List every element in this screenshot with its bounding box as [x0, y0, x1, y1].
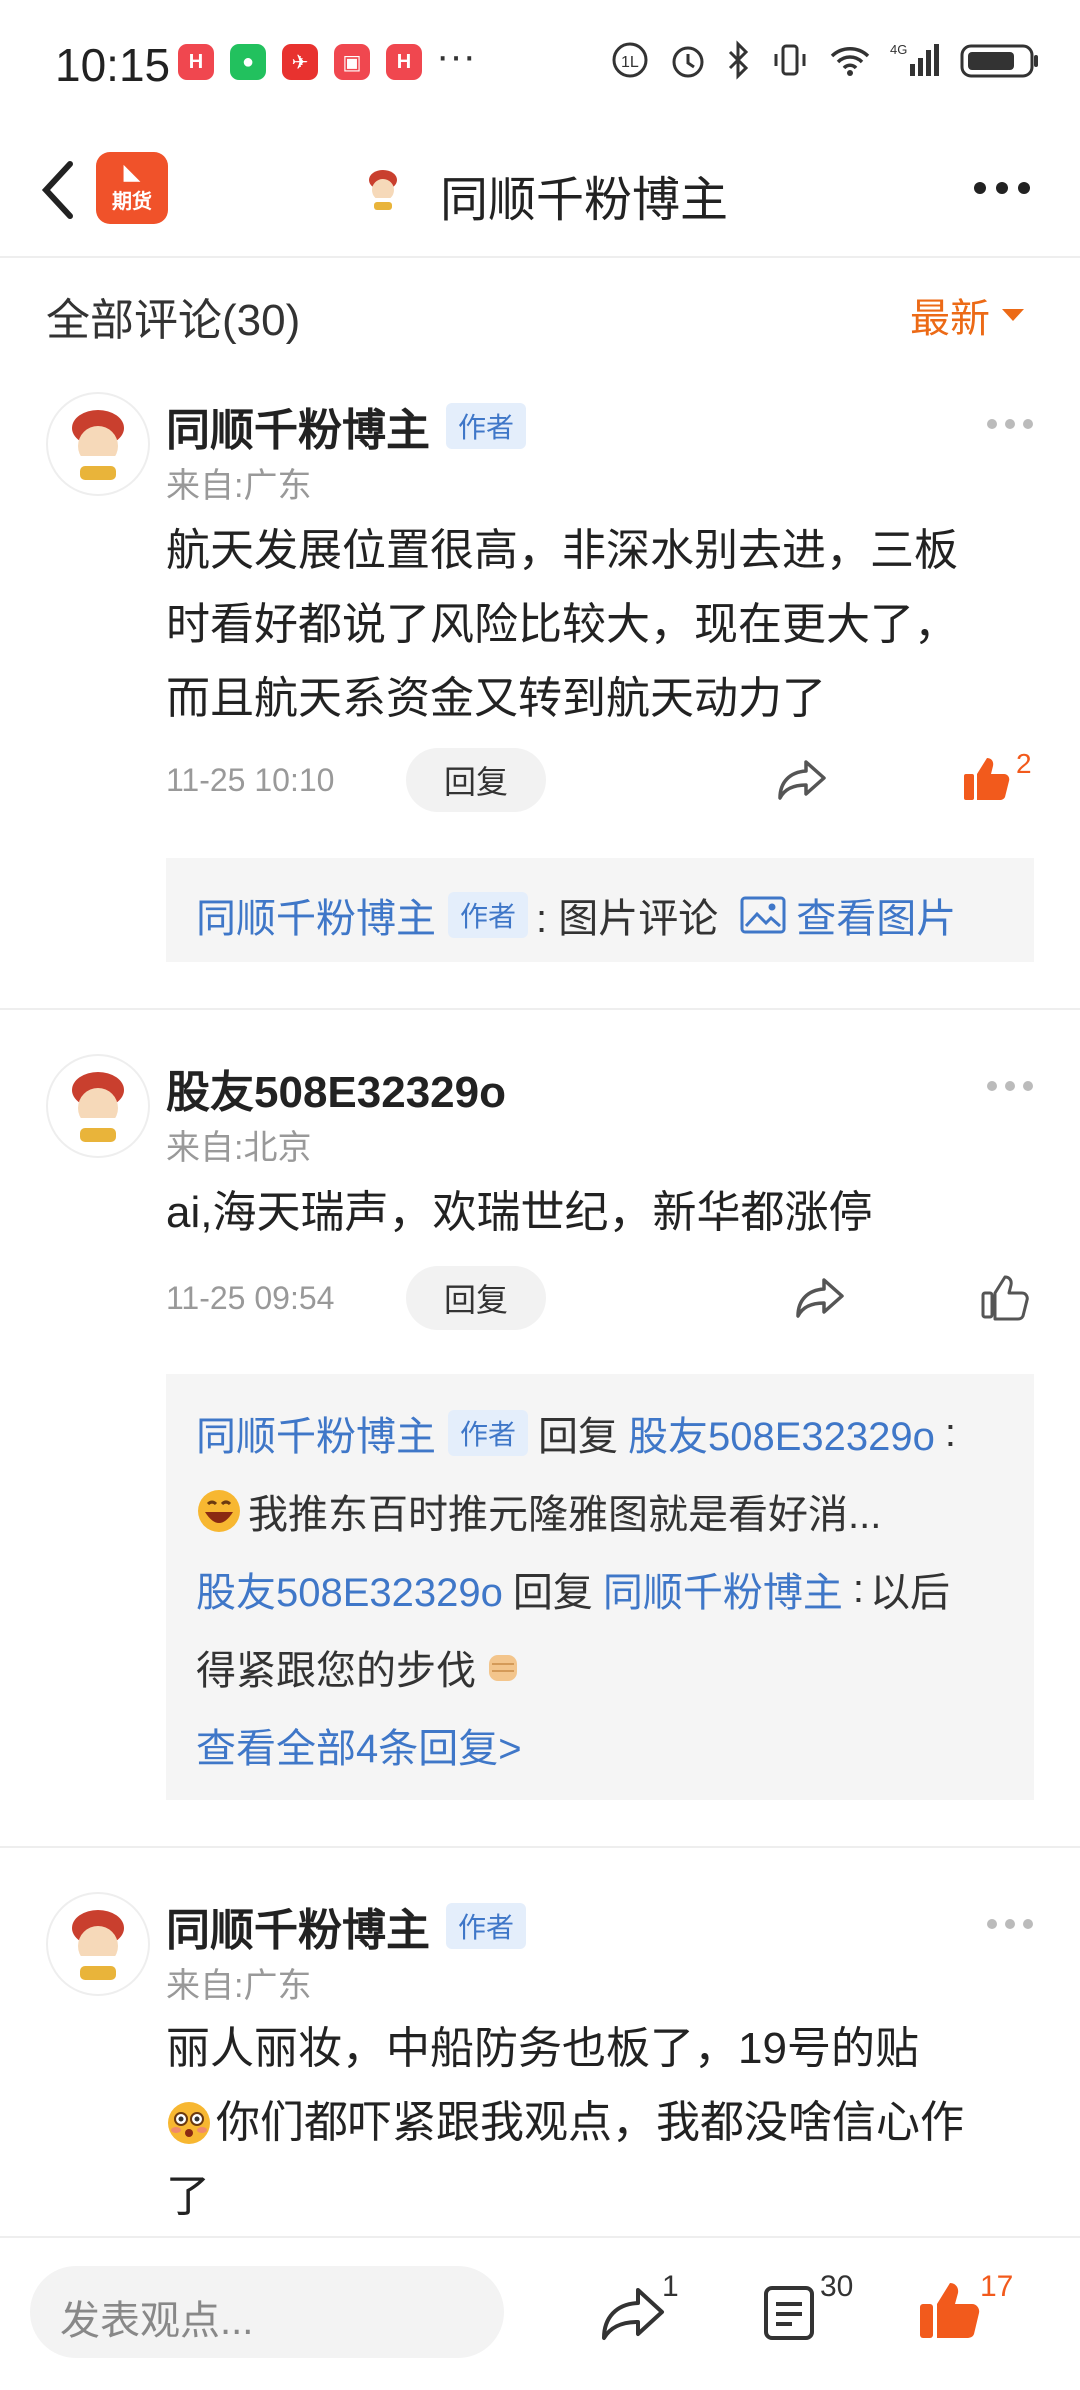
- comment-location: 来自:广东: [166, 1967, 312, 2005]
- reply-text: 以后: [870, 1571, 951, 1615]
- comment-text: 丽人丽妆，中船防务也板了，19号的贴 你们都吓紧跟我观点，我都没啥信心作 了: [166, 2024, 964, 2221]
- reply-to[interactable]: 同顺千粉博主: [603, 1560, 843, 1618]
- comment-more-icon[interactable]: [986, 1080, 1034, 1092]
- laughing-emoji-icon: [198, 1490, 240, 1532]
- system-icons: 1L 4G: [610, 40, 1040, 80]
- reply-verb: 回复: [538, 1415, 619, 1459]
- reply-text-row[interactable]: 我推东百时推元隆雅图就是看好消...: [196, 1482, 881, 1540]
- like-filled-icon[interactable]: [962, 754, 1012, 804]
- comment-time: 11-25 09:54: [166, 1280, 335, 1316]
- comment-author[interactable]: 股友508E32329o: [166, 1056, 506, 1120]
- reply-text: 得紧跟您的步伐: [196, 1649, 476, 1693]
- reply-item[interactable]: 同顺千粉博主 作者 回复 股友508E32329o :: [196, 1404, 956, 1462]
- wechat-icon: ●: [230, 44, 266, 80]
- svg-text:1L: 1L: [621, 54, 639, 71]
- comment-location: 来自:北京: [166, 1129, 312, 1167]
- fist-emoji-icon: [489, 1655, 517, 1681]
- share-icon[interactable]: [776, 756, 828, 802]
- divider: [0, 1008, 1080, 1010]
- image-comment-label: : 图片评论: [536, 897, 719, 941]
- comment-time: 11-25 10:10: [166, 762, 335, 798]
- futures-app-logo[interactable]: ◣ 期货: [96, 152, 168, 224]
- more-menu-icon[interactable]: [970, 168, 1034, 208]
- image-icon: [740, 896, 786, 934]
- comment-author-row: 同顺千粉博主 作者: [166, 1894, 527, 1958]
- author-badge: 作者: [448, 1410, 529, 1456]
- comment-text: ai,海天瑞声，欢瑞世纪，新华都涨停: [166, 1188, 873, 1237]
- comment-more-icon[interactable]: [986, 1918, 1034, 1930]
- share-icon[interactable]: [600, 2284, 666, 2342]
- signal-4g-icon: 4G: [890, 42, 939, 76]
- reply-verb: 回复: [512, 1571, 593, 1615]
- flushed-emoji-icon: [168, 2102, 210, 2144]
- huawei-store-icon: H: [386, 44, 422, 80]
- comments-count-title: 全部评论(30): [46, 296, 301, 345]
- like-filled-icon[interactable]: [918, 2278, 982, 2342]
- comment-text: 航天发展位置很高，非深水别去进，三板 时看好都说了风险比较大，现在更大了， 而且…: [166, 526, 958, 723]
- share-count: 1: [662, 2270, 679, 2303]
- like-outline-icon[interactable]: [980, 1272, 1030, 1322]
- header-avatar-icon: [369, 170, 397, 210]
- alarm-icon: [672, 46, 704, 78]
- reply-text-row[interactable]: 得紧跟您的步伐: [196, 1638, 524, 1696]
- status-time: 10:15: [55, 39, 171, 91]
- view-all-replies-link[interactable]: 查看全部4条回复>: [196, 1716, 522, 1774]
- huawei-app-icon: H: [178, 44, 214, 80]
- back-arrow-icon[interactable]: [36, 154, 80, 226]
- sub-author[interactable]: 同顺千粉博主: [196, 886, 436, 944]
- weibo-icon: ✈: [282, 44, 318, 80]
- reply-item[interactable]: 股友508E32329o 回复 同顺千粉博主 : 以后: [196, 1560, 950, 1618]
- like-count: 2: [1016, 748, 1032, 779]
- reply-colon: :: [944, 1410, 957, 1455]
- divider: [0, 1846, 1080, 1848]
- reply-from[interactable]: 同顺千粉博主: [196, 1404, 436, 1462]
- image-comment-box[interactable]: 同顺千粉博主 作者 : 图片评论 查看图片: [166, 858, 1034, 962]
- comment-count: 30: [820, 2270, 854, 2303]
- comment-more-icon[interactable]: [986, 418, 1034, 430]
- comment-author-row: 同顺千粉博主 作者: [166, 394, 527, 458]
- bluetooth-icon: [728, 40, 749, 80]
- logo-mark-icon: ◣: [123, 158, 141, 184]
- view-image-link[interactable]: 查看图片: [796, 886, 956, 944]
- reply-text: 我推东百时推元隆雅图就是看好消...: [248, 1493, 882, 1537]
- comment-author[interactable]: 同顺千粉博主: [166, 1894, 430, 1958]
- author-badge: 作者: [448, 892, 529, 938]
- comment-author[interactable]: 同顺千粉博主: [166, 394, 430, 458]
- book-app-icon: ▣: [334, 44, 370, 80]
- hd-call-icon: 1L: [612, 42, 648, 78]
- notification-icons: H ● ✈ ▣ H: [178, 44, 422, 80]
- vibrate-icon: [774, 44, 806, 76]
- comment-input-placeholder: 发表观点...: [60, 2299, 254, 2343]
- status-more: ···: [436, 34, 476, 78]
- avatar[interactable]: [46, 392, 150, 496]
- comment-icon[interactable]: [762, 2284, 816, 2342]
- like-count: 17: [980, 2270, 1014, 2303]
- avatar[interactable]: [46, 1892, 150, 1996]
- wifi-icon: [830, 47, 870, 76]
- battery-icon: [960, 44, 1038, 78]
- share-icon[interactable]: [794, 1274, 846, 1320]
- reply-from[interactable]: 股友508E32329o: [196, 1560, 503, 1618]
- reply-colon: :: [852, 1566, 865, 1611]
- comment-location: 来自:广东: [166, 467, 312, 505]
- replies-box: 同顺千粉博主 作者 回复 股友508E32329o : 我推东百时推元隆雅图就是…: [166, 1374, 1034, 1800]
- caret-down-icon: [1002, 309, 1024, 321]
- comment-input[interactable]: 发表观点...: [30, 2266, 504, 2358]
- avatar[interactable]: [46, 1054, 150, 1158]
- author-badge: 作者: [446, 1903, 527, 1949]
- svg-text:4G: 4G: [890, 42, 907, 57]
- sort-latest-dropdown[interactable]: 最新: [910, 286, 1024, 344]
- reply-button[interactable]: 回复: [406, 1266, 546, 1330]
- page-title: 同顺千粉博主: [440, 174, 729, 227]
- reply-to[interactable]: 股友508E32329o: [628, 1404, 935, 1462]
- reply-button[interactable]: 回复: [406, 748, 546, 812]
- author-badge: 作者: [446, 403, 527, 449]
